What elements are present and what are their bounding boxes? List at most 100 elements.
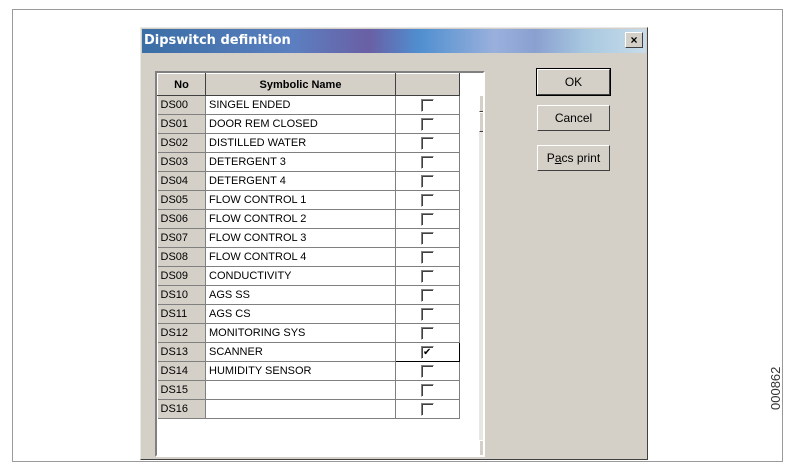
table-row[interactable]: DS13 SCANNER ✔ — [157, 342, 460, 362]
cancel-button[interactable]: Cancel — [537, 105, 610, 131]
row-number-cell: DS13 — [157, 342, 206, 362]
symbolic-name-cell[interactable]: AGS SS — [205, 285, 396, 305]
checkbox-cell — [395, 285, 460, 305]
column-header-no[interactable]: No — [157, 73, 206, 96]
checkbox-cell — [395, 266, 460, 286]
checkbox-cell — [395, 95, 460, 115]
ok-button[interactable]: OK — [536, 68, 611, 96]
checkbox-cell — [395, 133, 460, 153]
row-number-cell: DS08 — [157, 247, 206, 267]
checkbox[interactable] — [421, 402, 434, 416]
symbolic-name-cell[interactable]: FLOW CONTROL 1 — [205, 190, 396, 210]
symbolic-name-cell[interactable]: SINGEL ENDED — [205, 95, 396, 115]
symbolic-name-cell[interactable]: FLOW CONTROL 2 — [205, 209, 396, 229]
figure-id-label: 000862 — [768, 366, 783, 410]
table-row[interactable]: DS10 AGS SS — [157, 285, 460, 305]
table-row[interactable]: DS14 HUMIDITY SENSOR — [157, 361, 460, 381]
symbolic-name-cell[interactable]: DISTILLED WATER — [205, 133, 396, 153]
scroll-thumb[interactable] — [479, 112, 483, 132]
checkbox-cell — [395, 399, 460, 419]
table-row[interactable]: DS06 FLOW CONTROL 2 — [157, 209, 460, 229]
checkbox-cell — [395, 209, 460, 229]
checkbox[interactable] — [421, 250, 434, 264]
column-header-symbolic-name[interactable]: Symbolic Name — [205, 73, 396, 96]
checkbox-cell — [395, 304, 460, 324]
checkbox[interactable] — [421, 136, 434, 150]
table-row[interactable]: DS03 DETERGENT 3 — [157, 152, 460, 172]
table-row[interactable]: DS15 — [157, 380, 460, 400]
pacs-print-button[interactable]: Pacs print — [537, 145, 610, 171]
row-number-cell: DS06 — [157, 209, 206, 229]
symbolic-name-cell[interactable]: HUMIDITY SENSOR — [205, 361, 396, 381]
table-header-row: No Symbolic Name — [157, 73, 460, 96]
table-row[interactable]: DS00 SINGEL ENDED — [157, 95, 460, 115]
checkbox-cell — [395, 323, 460, 343]
checkbox[interactable] — [421, 383, 434, 397]
symbolic-name-cell[interactable]: AGS CS — [205, 304, 396, 324]
dipswitch-table: No Symbolic Name DS00 SINGEL ENDED DS01 DOO… — [157, 73, 460, 419]
row-number-cell: DS05 — [157, 190, 206, 210]
symbolic-name-cell[interactable]: DOOR REM CLOSED — [205, 114, 396, 134]
pacs-print-label-accel: a — [554, 151, 562, 165]
row-number-cell: DS15 — [157, 380, 206, 400]
table-row[interactable]: DS12 MONITORING SYS — [157, 323, 460, 343]
table-row[interactable]: DS02 DISTILLED WATER — [157, 133, 460, 153]
dialog-titlebar[interactable]: Dipswitch definition × — [142, 29, 646, 53]
table-row[interactable]: DS16 — [157, 399, 460, 419]
pacs-print-label-suffix: cs print — [561, 151, 601, 165]
table-row[interactable]: DS01 DOOR REM CLOSED — [157, 114, 460, 134]
checkbox[interactable] — [421, 326, 434, 340]
symbolic-name-cell[interactable]: MONITORING SYS — [205, 323, 396, 343]
checkbox-checked[interactable]: ✔ — [421, 345, 434, 359]
checkbox-cell — [395, 361, 460, 381]
checkbox-cell — [395, 247, 460, 267]
column-header-check[interactable] — [395, 73, 460, 96]
table-row[interactable]: DS05 FLOW CONTROL 1 — [157, 190, 460, 210]
checkbox-cell — [395, 152, 460, 172]
checkbox-cell: ✔ — [395, 342, 460, 362]
symbolic-name-cell[interactable] — [205, 380, 396, 400]
table-row[interactable]: DS07 FLOW CONTROL 3 — [157, 228, 460, 248]
checkbox[interactable] — [421, 288, 434, 302]
row-number-cell: DS00 — [157, 95, 206, 115]
row-number-cell: DS04 — [157, 171, 206, 191]
dipswitch-grid[interactable]: No Symbolic Name DS00 SINGEL ENDED DS01 DOO… — [155, 71, 485, 457]
dialog-title: Dipswitch definition — [144, 33, 291, 48]
scroll-down-button[interactable]: ▼ — [479, 440, 485, 455]
row-number-cell: DS02 — [157, 133, 206, 153]
checkbox[interactable] — [421, 231, 434, 245]
row-number-cell: DS10 — [157, 285, 206, 305]
symbolic-name-cell[interactable]: DETERGENT 3 — [205, 152, 396, 172]
close-icon: × — [630, 33, 638, 47]
checkbox[interactable] — [421, 155, 434, 169]
arrow-up-icon: ▲ — [484, 99, 485, 108]
dipswitch-dialog: Dipswitch definition × No Symbolic Name … — [140, 27, 648, 460]
checkmark-icon: ✔ — [423, 346, 432, 358]
symbolic-name-cell[interactable]: FLOW CONTROL 4 — [205, 247, 396, 267]
symbolic-name-cell[interactable]: DETERGENT 4 — [205, 171, 396, 191]
table-row[interactable]: DS11 AGS CS — [157, 304, 460, 324]
symbolic-name-cell[interactable]: SCANNER — [205, 342, 396, 362]
symbolic-name-cell[interactable] — [205, 399, 396, 419]
checkbox[interactable] — [421, 174, 434, 188]
checkbox[interactable] — [421, 212, 434, 226]
table-row[interactable]: DS09 CONDUCTIVITY — [157, 266, 460, 286]
vertical-scrollbar[interactable]: ▲ ▼ — [479, 95, 485, 455]
row-number-cell: DS11 — [157, 304, 206, 324]
symbolic-name-cell[interactable]: FLOW CONTROL 3 — [205, 228, 396, 248]
close-button[interactable]: × — [625, 32, 643, 48]
row-number-cell: DS12 — [157, 323, 206, 343]
pacs-print-label-prefix: P — [546, 151, 555, 165]
checkbox[interactable] — [421, 364, 434, 378]
table-row[interactable]: DS08 FLOW CONTROL 4 — [157, 247, 460, 267]
checkbox[interactable] — [421, 117, 434, 131]
checkbox[interactable] — [421, 193, 434, 207]
table-row[interactable]: DS04 DETERGENT 4 — [157, 171, 460, 191]
checkbox[interactable] — [421, 269, 434, 283]
scroll-up-button[interactable]: ▲ — [479, 95, 485, 112]
checkbox[interactable] — [421, 307, 434, 321]
symbolic-name-cell[interactable]: CONDUCTIVITY — [205, 266, 396, 286]
checkbox[interactable] — [421, 98, 434, 112]
arrow-down-icon: ▼ — [484, 444, 485, 453]
row-number-cell: DS09 — [157, 266, 206, 286]
